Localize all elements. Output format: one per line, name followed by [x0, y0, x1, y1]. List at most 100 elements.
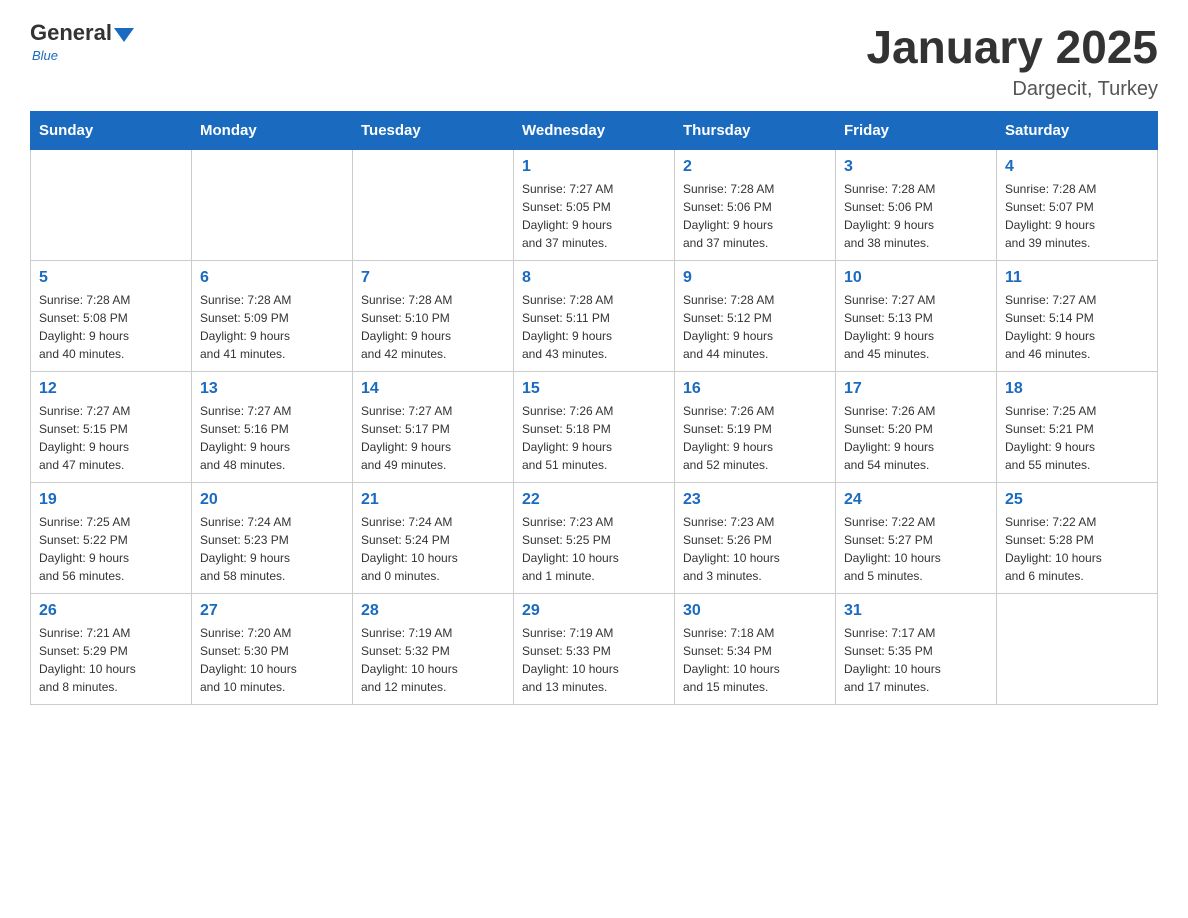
calendar-cell	[192, 150, 353, 261]
week-row-1: 1Sunrise: 7:27 AMSunset: 5:05 PMDaylight…	[31, 150, 1158, 261]
day-number: 26	[39, 602, 183, 620]
day-number: 2	[683, 158, 827, 176]
day-number: 15	[522, 380, 666, 398]
calendar-cell: 13 Sunrise: 7:27 AMSunset: 5:16 PMDayligh…	[192, 372, 353, 483]
day-number: 4	[1005, 158, 1149, 176]
calendar-cell: 7 Sunrise: 7:28 AMSunset: 5:10 PMDaylight…	[353, 261, 514, 372]
calendar-cell: 1Sunrise: 7:27 AMSunset: 5:05 PMDaylight…	[514, 150, 675, 261]
calendar-title: January 2025	[866, 20, 1158, 74]
calendar-cell: 2 Sunrise: 7:28 AMSunset: 5:06 PMDaylight…	[675, 150, 836, 261]
day-info: Sunrise: 7:27 AMSunset: 5:15 PMDaylight:…	[39, 402, 183, 474]
day-info: Sunrise: 7:27 AMSunset: 5:16 PMDaylight:…	[200, 402, 344, 474]
calendar-cell: 17 Sunrise: 7:26 AMSunset: 5:20 PMDayligh…	[836, 372, 997, 483]
day-info: Sunrise: 7:27 AMSunset: 5:05 PMDaylight:…	[522, 180, 666, 252]
weekday-header-sunday: Sunday	[31, 112, 192, 150]
day-number: 18	[1005, 380, 1149, 398]
day-number: 21	[361, 491, 505, 509]
day-info: Sunrise: 7:28 AMSunset: 5:08 PMDaylight:…	[39, 291, 183, 363]
weekday-header-friday: Friday	[836, 112, 997, 150]
calendar-cell: 23 Sunrise: 7:23 AMSunset: 5:26 PMDayligh…	[675, 483, 836, 594]
calendar-cell: 27 Sunrise: 7:20 AMSunset: 5:30 PMDayligh…	[192, 594, 353, 705]
calendar-cell: 28 Sunrise: 7:19 AMSunset: 5:32 PMDayligh…	[353, 594, 514, 705]
calendar-cell: 4 Sunrise: 7:28 AMSunset: 5:07 PMDaylight…	[997, 150, 1158, 261]
page-header: General Blue January 2025 Dargecit, Turk…	[30, 20, 1158, 101]
day-number: 31	[844, 602, 988, 620]
day-number: 17	[844, 380, 988, 398]
calendar-cell: 11 Sunrise: 7:27 AMSunset: 5:14 PMDayligh…	[997, 261, 1158, 372]
day-info: Sunrise: 7:21 AMSunset: 5:29 PMDaylight:…	[39, 624, 183, 696]
weekday-header-thursday: Thursday	[675, 112, 836, 150]
calendar-cell	[31, 150, 192, 261]
week-row-3: 12 Sunrise: 7:27 AMSunset: 5:15 PMDayligh…	[31, 372, 1158, 483]
day-info: Sunrise: 7:28 AMSunset: 5:11 PMDaylight:…	[522, 291, 666, 363]
day-info: Sunrise: 7:28 AMSunset: 5:07 PMDaylight:…	[1005, 180, 1149, 252]
day-number: 27	[200, 602, 344, 620]
day-number: 23	[683, 491, 827, 509]
day-info: Sunrise: 7:27 AMSunset: 5:13 PMDaylight:…	[844, 291, 988, 363]
calendar-cell: 30 Sunrise: 7:18 AMSunset: 5:34 PMDayligh…	[675, 594, 836, 705]
calendar-cell: 6 Sunrise: 7:28 AMSunset: 5:09 PMDaylight…	[192, 261, 353, 372]
calendar-subtitle: Dargecit, Turkey	[866, 78, 1158, 101]
day-info: Sunrise: 7:25 AMSunset: 5:21 PMDaylight:…	[1005, 402, 1149, 474]
day-number: 8	[522, 269, 666, 287]
calendar-cell: 22Sunrise: 7:23 AMSunset: 5:25 PMDayligh…	[514, 483, 675, 594]
day-info: Sunrise: 7:28 AMSunset: 5:09 PMDaylight:…	[200, 291, 344, 363]
week-row-5: 26 Sunrise: 7:21 AMSunset: 5:29 PMDayligh…	[31, 594, 1158, 705]
day-info: Sunrise: 7:19 AMSunset: 5:32 PMDaylight:…	[361, 624, 505, 696]
calendar-cell: 31 Sunrise: 7:17 AMSunset: 5:35 PMDayligh…	[836, 594, 997, 705]
day-info: Sunrise: 7:23 AMSunset: 5:26 PMDaylight:…	[683, 513, 827, 585]
calendar-cell	[997, 594, 1158, 705]
calendar-cell	[353, 150, 514, 261]
day-info: Sunrise: 7:28 AMSunset: 5:06 PMDaylight:…	[683, 180, 827, 252]
day-number: 7	[361, 269, 505, 287]
day-number: 25	[1005, 491, 1149, 509]
calendar-cell: 26 Sunrise: 7:21 AMSunset: 5:29 PMDayligh…	[31, 594, 192, 705]
day-number: 19	[39, 491, 183, 509]
day-number: 13	[200, 380, 344, 398]
calendar-table: SundayMondayTuesdayWednesdayThursdayFrid…	[30, 111, 1158, 705]
day-number: 22	[522, 491, 666, 509]
day-info: Sunrise: 7:27 AMSunset: 5:17 PMDaylight:…	[361, 402, 505, 474]
calendar-cell: 12 Sunrise: 7:27 AMSunset: 5:15 PMDayligh…	[31, 372, 192, 483]
calendar-cell: 29 Sunrise: 7:19 AMSunset: 5:33 PMDayligh…	[514, 594, 675, 705]
day-number: 12	[39, 380, 183, 398]
day-info: Sunrise: 7:19 AMSunset: 5:33 PMDaylight:…	[522, 624, 666, 696]
day-number: 11	[1005, 269, 1149, 287]
day-info: Sunrise: 7:20 AMSunset: 5:30 PMDaylight:…	[200, 624, 344, 696]
calendar-cell: 16 Sunrise: 7:26 AMSunset: 5:19 PMDayligh…	[675, 372, 836, 483]
day-info: Sunrise: 7:24 AMSunset: 5:23 PMDaylight:…	[200, 513, 344, 585]
calendar-cell: 18 Sunrise: 7:25 AMSunset: 5:21 PMDayligh…	[997, 372, 1158, 483]
day-info: Sunrise: 7:28 AMSunset: 5:06 PMDaylight:…	[844, 180, 988, 252]
calendar-cell: 21 Sunrise: 7:24 AMSunset: 5:24 PMDayligh…	[353, 483, 514, 594]
calendar-cell: 15Sunrise: 7:26 AMSunset: 5:18 PMDayligh…	[514, 372, 675, 483]
day-info: Sunrise: 7:22 AMSunset: 5:27 PMDaylight:…	[844, 513, 988, 585]
day-info: Sunrise: 7:28 AMSunset: 5:10 PMDaylight:…	[361, 291, 505, 363]
day-number: 5	[39, 269, 183, 287]
day-number: 16	[683, 380, 827, 398]
day-number: 30	[683, 602, 827, 620]
weekday-header-saturday: Saturday	[997, 112, 1158, 150]
day-number: 14	[361, 380, 505, 398]
day-info: Sunrise: 7:27 AMSunset: 5:14 PMDaylight:…	[1005, 291, 1149, 363]
calendar-cell: 25 Sunrise: 7:22 AMSunset: 5:28 PMDayligh…	[997, 483, 1158, 594]
weekday-header-row: SundayMondayTuesdayWednesdayThursdayFrid…	[31, 112, 1158, 150]
day-info: Sunrise: 7:25 AMSunset: 5:22 PMDaylight:…	[39, 513, 183, 585]
day-number: 29	[522, 602, 666, 620]
weekday-header-monday: Monday	[192, 112, 353, 150]
week-row-4: 19 Sunrise: 7:25 AMSunset: 5:22 PMDayligh…	[31, 483, 1158, 594]
day-number: 28	[361, 602, 505, 620]
day-info: Sunrise: 7:17 AMSunset: 5:35 PMDaylight:…	[844, 624, 988, 696]
day-info: Sunrise: 7:24 AMSunset: 5:24 PMDaylight:…	[361, 513, 505, 585]
calendar-cell: 20 Sunrise: 7:24 AMSunset: 5:23 PMDayligh…	[192, 483, 353, 594]
day-number: 6	[200, 269, 344, 287]
logo-general-text: General	[30, 20, 112, 46]
weekday-header-wednesday: Wednesday	[514, 112, 675, 150]
day-number: 10	[844, 269, 988, 287]
day-info: Sunrise: 7:26 AMSunset: 5:20 PMDaylight:…	[844, 402, 988, 474]
day-number: 20	[200, 491, 344, 509]
day-info: Sunrise: 7:28 AMSunset: 5:12 PMDaylight:…	[683, 291, 827, 363]
day-info: Sunrise: 7:26 AMSunset: 5:19 PMDaylight:…	[683, 402, 827, 474]
day-info: Sunrise: 7:22 AMSunset: 5:28 PMDaylight:…	[1005, 513, 1149, 585]
logo: General Blue	[30, 20, 134, 63]
day-info: Sunrise: 7:18 AMSunset: 5:34 PMDaylight:…	[683, 624, 827, 696]
